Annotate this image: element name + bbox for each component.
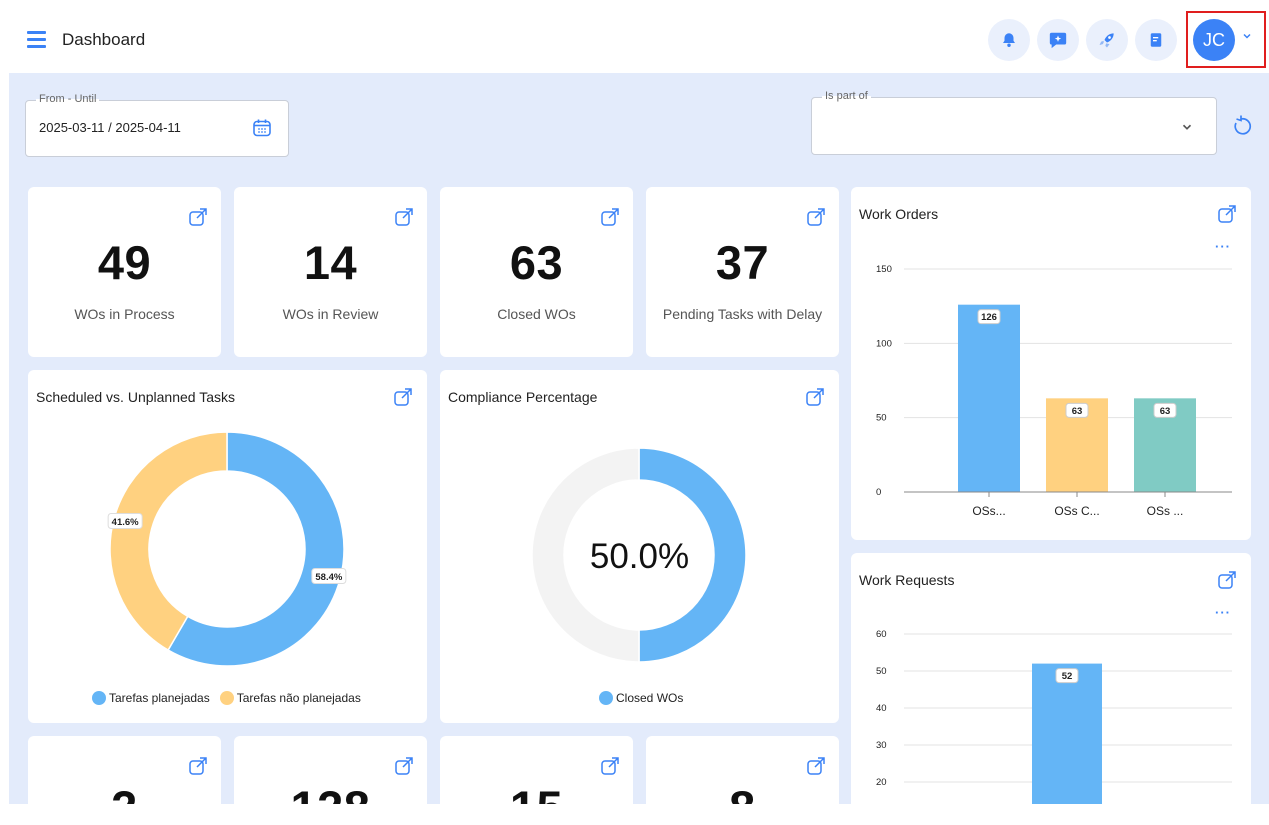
document-icon: [1150, 33, 1162, 47]
avatar[interactable]: JC: [1193, 19, 1235, 61]
legend-swatch: [599, 691, 613, 705]
date-range-label: From - Until: [36, 93, 100, 105]
work-requests-bar-chart: 20 30 40 50 60 52: [876, 629, 1232, 804]
y-tick-label: 100: [876, 338, 892, 349]
donut-slice: [109, 431, 228, 652]
user-menu[interactable]: JC: [1186, 11, 1266, 68]
work-orders-bar-chart: 0 50 100 150 126 OSs... 63 OSs C... 63 OSs ...: [876, 264, 1232, 518]
y-tick-label: 50: [876, 666, 887, 677]
kpi-value: 63: [509, 236, 564, 289]
launch-button[interactable]: [1086, 19, 1128, 61]
data-label-text: 63: [1160, 406, 1171, 417]
chat-sparkle-icon: [1049, 32, 1067, 49]
data-label: 52: [1055, 668, 1079, 684]
kpi-value: 8: [646, 780, 839, 804]
kpi-label: WOs in Process: [74, 306, 175, 322]
kpi-label: Pending Tasks with Delay: [662, 306, 823, 322]
data-label: 126: [977, 309, 1001, 325]
data-label: 63: [1153, 402, 1177, 418]
x-tick-label: OSs...: [972, 504, 1005, 518]
chart-legend: Tarefas planejadas Tarefas não planejada…: [92, 691, 361, 705]
kpi-card-wos-in-review[interactable]: 14 WOs in Review: [234, 187, 427, 357]
x-tick-label: OSs ...: [1147, 504, 1184, 518]
top-bar: Dashboard JC: [0, 0, 1269, 76]
bar: [1032, 663, 1102, 804]
kpi-value: 15: [440, 780, 633, 804]
notifications-button[interactable]: [988, 19, 1030, 61]
legend-swatch: [219, 691, 234, 705]
legend-label: Tarefas não planejadas: [236, 691, 361, 705]
date-range-value[interactable]: 2025-03-11 / 2025-04-11: [39, 120, 181, 135]
kpi-label: WOs in Review: [282, 306, 379, 322]
data-label-text: 52: [1062, 671, 1073, 682]
chat-button[interactable]: [1037, 19, 1079, 61]
open-external-icon[interactable]: [394, 207, 414, 227]
open-external-icon[interactable]: [188, 756, 208, 776]
rocket-icon: [1099, 33, 1114, 48]
open-external-icon[interactable]: [394, 756, 414, 776]
kpi-value: 37: [715, 236, 770, 289]
menu-icon[interactable]: [27, 31, 46, 48]
docs-button[interactable]: [1135, 19, 1177, 61]
is-part-of-select[interactable]: Is part of: [811, 90, 1217, 155]
y-tick-label: 60: [876, 629, 887, 640]
y-tick-label: 50: [876, 413, 887, 424]
kpi-value: 2: [28, 780, 221, 804]
is-part-of-label: Is part of: [822, 90, 871, 102]
legend-label: Tarefas planejadas: [109, 691, 210, 705]
kpi-card[interactable]: 8: [646, 736, 839, 804]
chevron-down-icon[interactable]: [1241, 30, 1253, 42]
chevron-down-icon[interactable]: [1180, 120, 1194, 134]
scheduled-donut-chart: 58.4% 41.6%: [107, 431, 347, 667]
compliance-center-label: 50.0%: [589, 537, 690, 576]
kpi-card-closed-wos[interactable]: 63 Closed WOs: [440, 187, 633, 357]
y-tick-label: 20: [876, 777, 887, 788]
data-label-text: 126: [981, 312, 997, 323]
kpi-value: 14: [303, 236, 358, 289]
kpi-card[interactable]: 15: [440, 736, 633, 804]
open-external-icon[interactable]: [188, 207, 208, 227]
kpi-label: Closed WOs: [497, 306, 576, 322]
data-label: 41.6%: [107, 512, 143, 529]
data-label-text: 41.6%: [112, 517, 139, 528]
x-tick-label: OSs C...: [1054, 504, 1099, 518]
page-title: Dashboard: [62, 30, 146, 49]
compliance-card: Compliance Percentage 50.0% Closed WOs: [440, 370, 839, 723]
bar: [958, 304, 1020, 492]
data-label-text: 63: [1072, 406, 1083, 417]
data-label: 58.4%: [311, 568, 347, 585]
dashboard-panel: From - Until 2025-03-11 / 2025-04-11 Is …: [9, 73, 1269, 804]
kpi-card-wos-in-process[interactable]: 49 WOs in Process: [28, 187, 221, 357]
work-requests-card: Work Requests ··· 20 30 40 50 60 52: [851, 553, 1251, 804]
date-range-field[interactable]: From - Until 2025-03-11 / 2025-04-11: [25, 93, 289, 157]
scheduled-vs-unplanned-card: Scheduled vs. Unplanned Tasks 58.4% 41.6%…: [28, 370, 427, 723]
work-orders-card: Work Orders ··· 0 50 100 150 126 OSs... 63 OSs …: [851, 187, 1251, 540]
open-external-icon[interactable]: [600, 756, 620, 776]
chart-legend: Closed WOs: [599, 691, 683, 705]
refresh-icon[interactable]: [1230, 114, 1254, 138]
open-external-icon[interactable]: [806, 756, 826, 776]
bell-icon: [1003, 33, 1015, 47]
data-label: 63: [1065, 402, 1089, 418]
kpi-card[interactable]: 2: [28, 736, 221, 804]
open-external-icon[interactable]: [600, 207, 620, 227]
legend-swatch: [92, 691, 106, 705]
kpi-value: 128: [234, 780, 427, 804]
legend-label: Closed WOs: [616, 691, 684, 705]
y-tick-label: 30: [876, 740, 887, 751]
data-label-text: 58.4%: [315, 572, 342, 583]
kpi-card-pending-tasks-delay[interactable]: 37 Pending Tasks with Delay: [646, 187, 839, 357]
open-external-icon[interactable]: [806, 207, 826, 227]
y-tick-label: 150: [876, 264, 892, 275]
y-tick-label: 40: [876, 703, 887, 714]
kpi-value: 49: [97, 236, 152, 289]
kpi-card[interactable]: 128: [234, 736, 427, 804]
y-tick-label: 0: [876, 487, 881, 498]
calendar-icon[interactable]: [252, 118, 272, 138]
